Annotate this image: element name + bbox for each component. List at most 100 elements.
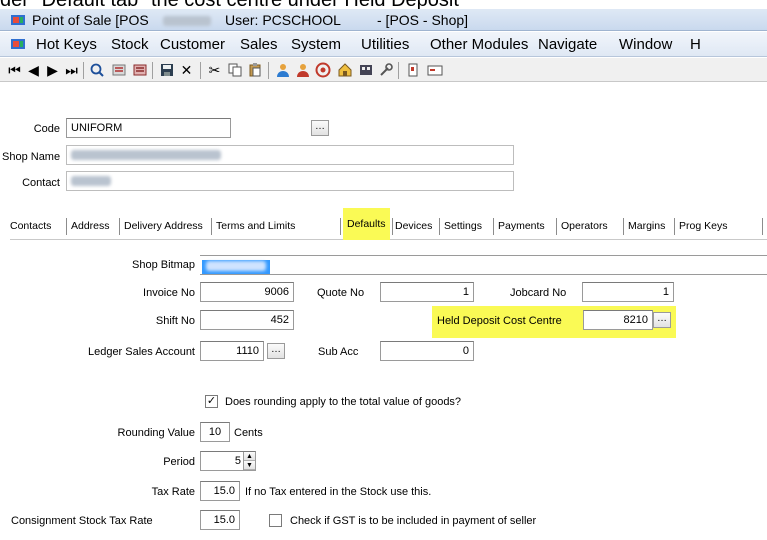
held-deposit-cost-centre-label: Held Deposit Cost Centre bbox=[437, 315, 562, 327]
tab-separator bbox=[340, 218, 341, 235]
ledger-sales-account-input[interactable]: 1110 bbox=[200, 341, 264, 361]
tax-rate-input[interactable]: 15.0 bbox=[200, 481, 240, 501]
title-bar: Point of Sale [POS User: PCSCHOOL - [POS… bbox=[0, 9, 767, 31]
help-icon[interactable] bbox=[314, 62, 331, 79]
menu-stock[interactable]: Stock bbox=[111, 36, 149, 53]
rounding-checkbox[interactable]: ✓ bbox=[205, 395, 218, 408]
last-record-icon[interactable]: ⏭ bbox=[63, 62, 80, 79]
tab-prog-keys[interactable]: Prog Keys bbox=[679, 220, 727, 232]
tab-delivery-address[interactable]: Delivery Address bbox=[124, 220, 203, 232]
menu-sales[interactable]: Sales bbox=[240, 36, 278, 53]
shop-name-label: Shop Name bbox=[2, 151, 61, 163]
tab-separator bbox=[392, 218, 393, 235]
exit-icon[interactable] bbox=[404, 62, 421, 79]
contact-input[interactable] bbox=[66, 171, 514, 191]
tab-separator bbox=[66, 218, 67, 235]
tools-icon[interactable] bbox=[377, 62, 394, 79]
quote-no-input[interactable]: 1 bbox=[380, 282, 474, 302]
menu-navigate[interactable]: Navigate bbox=[538, 36, 597, 53]
rounding-unit-label: Cents bbox=[234, 427, 263, 439]
toolbar-separator bbox=[200, 62, 201, 79]
consignment-tax-rate-input[interactable]: 15.0 bbox=[200, 510, 240, 530]
menu-window[interactable]: Window bbox=[619, 36, 672, 53]
menu-bar: Hot Keys Stock Customer Sales System Uti… bbox=[0, 32, 767, 57]
tab-separator bbox=[439, 218, 440, 235]
ledger-sales-account-label: Ledger Sales Account bbox=[87, 346, 195, 358]
contact-label: Contact bbox=[22, 177, 60, 189]
menu-app-icon[interactable] bbox=[10, 36, 26, 52]
menu-hot-keys[interactable]: Hot Keys bbox=[36, 36, 97, 53]
tab-payments[interactable]: Payments bbox=[498, 220, 545, 232]
menu-system[interactable]: System bbox=[291, 36, 341, 53]
tab-separator bbox=[623, 218, 624, 235]
toolbar-separator bbox=[268, 62, 269, 79]
delete-icon[interactable]: ✕ bbox=[178, 62, 195, 79]
held-deposit-lookup-button[interactable]: … bbox=[653, 312, 671, 328]
tax-rate-label: Tax Rate bbox=[151, 486, 195, 498]
menu-customer[interactable]: Customer bbox=[160, 36, 225, 53]
tab-strip: Contacts Address Delivery Address Terms … bbox=[10, 208, 767, 240]
view-icon[interactable] bbox=[357, 62, 374, 79]
tab-operators[interactable]: Operators bbox=[561, 220, 608, 232]
toolbar-separator bbox=[83, 62, 84, 79]
keyboard-icon[interactable] bbox=[426, 62, 443, 79]
prev-record-icon[interactable]: ◀ bbox=[25, 62, 42, 79]
menu-other-modules[interactable]: Other Modules bbox=[430, 36, 528, 53]
tab-separator bbox=[119, 218, 120, 235]
shop-form: Code UNIFORM … Shop Name Contact Contact… bbox=[0, 83, 767, 540]
caption-text: der "Default tab" the cost centre under … bbox=[0, 0, 459, 9]
tab-terms-and-limits[interactable]: Terms and Limits bbox=[216, 220, 295, 232]
search-icon[interactable] bbox=[88, 62, 105, 79]
toolbar-separator bbox=[152, 62, 153, 79]
tab-devices[interactable]: Devices bbox=[395, 220, 432, 232]
window-title-module: - [POS - Shop] bbox=[377, 12, 469, 28]
tab-settings[interactable]: Settings bbox=[444, 220, 482, 232]
quote-no-label: Quote No bbox=[317, 287, 365, 299]
held-deposit-cost-centre-input[interactable]: 8210 bbox=[583, 310, 653, 330]
menu-utilities[interactable]: Utilities bbox=[361, 36, 409, 53]
ledger-sales-lookup-button[interactable]: … bbox=[267, 343, 285, 359]
save-icon[interactable] bbox=[158, 62, 175, 79]
find-previous-icon[interactable] bbox=[110, 62, 127, 79]
spin-down-icon[interactable]: ▼ bbox=[244, 461, 255, 470]
paste-icon[interactable] bbox=[246, 62, 263, 79]
home-icon[interactable] bbox=[336, 62, 353, 79]
sub-acc-input[interactable]: 0 bbox=[380, 341, 474, 361]
copy-icon[interactable] bbox=[226, 62, 243, 79]
user-add-icon[interactable] bbox=[274, 62, 291, 79]
invoice-no-input[interactable]: 9006 bbox=[200, 282, 294, 302]
tab-contacts[interactable]: Contacts bbox=[10, 220, 51, 232]
shift-no-input[interactable]: 452 bbox=[200, 310, 294, 330]
shop-bitmap-selection bbox=[202, 260, 270, 274]
tab-separator bbox=[211, 218, 212, 235]
rounding-value-label: Rounding Value bbox=[117, 427, 195, 439]
toolbar: ⏮ ◀ ▶ ⏭ ✕ ✂ bbox=[0, 58, 767, 82]
period-spinner[interactable]: ▲ ▼ bbox=[243, 452, 255, 470]
code-lookup-button[interactable]: … bbox=[311, 120, 329, 136]
code-input[interactable]: UNIFORM bbox=[66, 118, 231, 138]
tab-margins[interactable]: Margins bbox=[628, 220, 665, 232]
spin-up-icon[interactable]: ▲ bbox=[244, 452, 255, 461]
find-next-icon[interactable] bbox=[131, 62, 148, 79]
tab-separator bbox=[674, 218, 675, 235]
first-record-icon[interactable]: ⏮ bbox=[6, 62, 23, 79]
gst-checkbox[interactable] bbox=[269, 514, 282, 527]
tab-separator bbox=[762, 218, 763, 235]
window-title-app: Point of Sale [POS bbox=[32, 12, 149, 28]
sub-acc-label: Sub Acc bbox=[318, 346, 359, 358]
next-record-icon[interactable]: ▶ bbox=[44, 62, 61, 79]
user-edit-icon[interactable] bbox=[294, 62, 311, 79]
tab-address[interactable]: Address bbox=[71, 220, 110, 232]
shift-no-label: Shift No bbox=[155, 315, 195, 327]
menu-help[interactable]: H bbox=[690, 36, 701, 53]
invoice-no-label: Invoice No bbox=[143, 287, 195, 299]
tab-defaults[interactable]: Defaults bbox=[347, 218, 386, 230]
jobcard-no-input[interactable]: 1 bbox=[582, 282, 674, 302]
shop-bitmap-input[interactable] bbox=[200, 255, 767, 275]
cut-icon[interactable]: ✂ bbox=[206, 62, 223, 79]
app-icon bbox=[11, 15, 25, 25]
shop-name-input[interactable] bbox=[66, 145, 514, 165]
period-label: Period bbox=[163, 456, 195, 468]
rounding-checkbox-label: Does rounding apply to the total value o… bbox=[225, 396, 462, 408]
rounding-value-input[interactable]: 10 bbox=[200, 422, 230, 442]
